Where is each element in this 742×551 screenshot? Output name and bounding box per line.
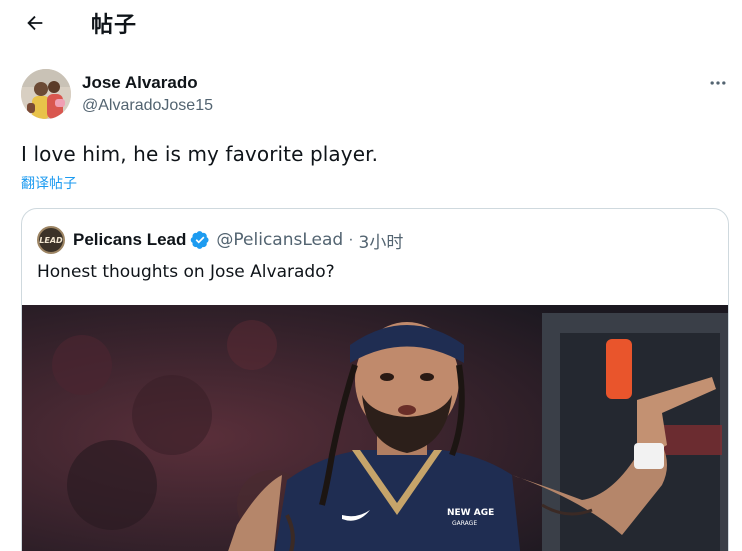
quoted-tweet-card[interactable]: LEAD Pelicans Lead @PelicansLead · 3小时 H… [21,208,729,551]
back-button[interactable] [18,6,52,40]
translate-post-link[interactable]: 翻译帖子 [21,173,77,193]
separator-dot: · [348,231,354,248]
tweet-text: I love him, he is my favorite player. [21,142,379,166]
quoted-author-handle[interactable]: @PelicansLead [216,230,343,250]
quoted-tweet-text: Honest thoughts on Jose Alvarado? [37,262,335,282]
author-name[interactable]: Jose Alvarado [82,73,198,93]
page-title: 帖子 [91,13,138,38]
quoted-avatar[interactable]: LEAD [37,226,65,254]
quoted-tweet-header: LEAD Pelicans Lead @PelicansLead · 3小时 [37,226,403,254]
jersey-text-2: GARAGE [452,520,477,527]
verified-badge-icon [190,230,210,250]
quoted-author-name[interactable]: Pelicans Lead [73,230,186,250]
jersey-text-1: NEW AGE [447,508,494,518]
more-horizontal-icon [710,81,726,85]
quoted-avatar-logo: LEAD [39,235,63,245]
quoted-tweet-media[interactable]: NEW AGE GARAGE [22,305,728,551]
top-bar: 帖子 [0,0,742,46]
tweet-author: Jose Alvarado @AlvaradoJose15 [21,69,726,121]
arrow-left-icon [27,15,43,31]
avatar[interactable] [21,69,71,119]
quoted-timestamp[interactable]: 3小时 [359,228,404,253]
avatar-photo [21,69,71,119]
author-handle[interactable]: @AlvaradoJose15 [82,97,213,115]
more-button[interactable] [704,69,732,97]
player-photo: NEW AGE GARAGE [22,305,728,551]
